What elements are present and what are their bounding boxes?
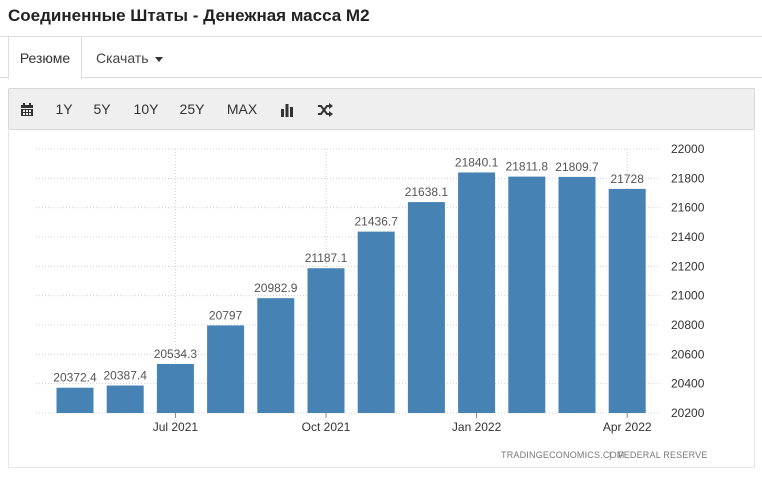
y-tick-label: 21000	[671, 289, 705, 303]
y-tick-label: 22000	[671, 142, 705, 156]
range-10y-button[interactable]: 10Y	[129, 89, 163, 129]
y-tick-label: 21200	[671, 259, 705, 273]
bar	[508, 176, 546, 413]
range-5y-button[interactable]: 5Y	[87, 89, 117, 129]
data-label: 21187.1	[305, 251, 348, 265]
tab-summary[interactable]: Резюме	[8, 36, 82, 79]
bar	[558, 176, 596, 413]
source-separator: |	[609, 450, 612, 460]
data-label: 20982.9	[254, 281, 298, 295]
bar	[407, 202, 445, 413]
y-tick-label: 20400	[671, 377, 705, 391]
y-tick-label: 20600	[671, 347, 705, 361]
y-tick-label: 21400	[671, 230, 705, 244]
data-label: 21436.7	[355, 215, 399, 229]
bar	[257, 298, 295, 413]
chart-container: 20200 20400 20600 20800 21000 21200 21400 21600…	[8, 130, 755, 468]
bar	[56, 387, 94, 413]
bar-chart: 20200 20400 20600 20800 21000 21200 21400 21600…	[36, 142, 705, 434]
data-label: 20387.4	[104, 369, 148, 383]
bar-chart-icon[interactable]	[275, 89, 299, 129]
range-1y-button[interactable]: 1Y	[49, 89, 79, 129]
x-tick-label: Jul 2021	[153, 420, 199, 434]
y-tick-label: 20800	[671, 318, 705, 332]
source-credit-federal-reserve[interactable]: FEDERAL RESERVE	[618, 450, 708, 462]
caret-down-icon	[154, 56, 163, 62]
data-label: 21809.7	[555, 160, 599, 174]
chart-toolbar: 1Y 5Y 10Y 25Y MAX	[8, 88, 755, 130]
data-label: 21840.1	[455, 155, 499, 169]
data-label: 20534.3	[154, 347, 198, 361]
bar	[458, 172, 496, 413]
source-credit-tradingeconomics[interactable]: TRADINGECONOMICS.COM	[501, 450, 625, 462]
x-tick-label: Oct 2021	[302, 420, 351, 434]
data-label: 20372.4	[53, 371, 97, 385]
x-tick-label: Jan 2022	[452, 420, 502, 434]
shuffle-icon[interactable]	[313, 89, 337, 129]
range-max-button[interactable]: MAX	[221, 89, 263, 129]
download-label: Скачать	[96, 50, 149, 66]
data-label: 21728	[611, 172, 645, 186]
range-25y-button[interactable]: 25Y	[175, 89, 209, 129]
data-label: 20797	[209, 308, 243, 322]
bar	[106, 385, 144, 413]
page-title: Соединенные Штаты - Денежная масса M2	[8, 6, 370, 25]
x-tick-label: Apr 2022	[603, 420, 652, 434]
calendar-icon[interactable]	[15, 89, 39, 129]
y-tick-label: 21800	[671, 171, 705, 185]
download-dropdown[interactable]: Скачать	[84, 37, 175, 79]
bar	[156, 363, 194, 413]
bar	[357, 231, 395, 413]
bar	[608, 188, 646, 413]
tab-bar: Резюме Скачать	[0, 36, 762, 79]
bar	[307, 268, 345, 413]
bar	[207, 325, 245, 413]
y-tick-label: 21600	[671, 201, 705, 215]
y-tick-label: 20200	[671, 406, 705, 420]
data-label: 21638.1	[405, 185, 449, 199]
data-label: 21811.8	[506, 160, 549, 174]
